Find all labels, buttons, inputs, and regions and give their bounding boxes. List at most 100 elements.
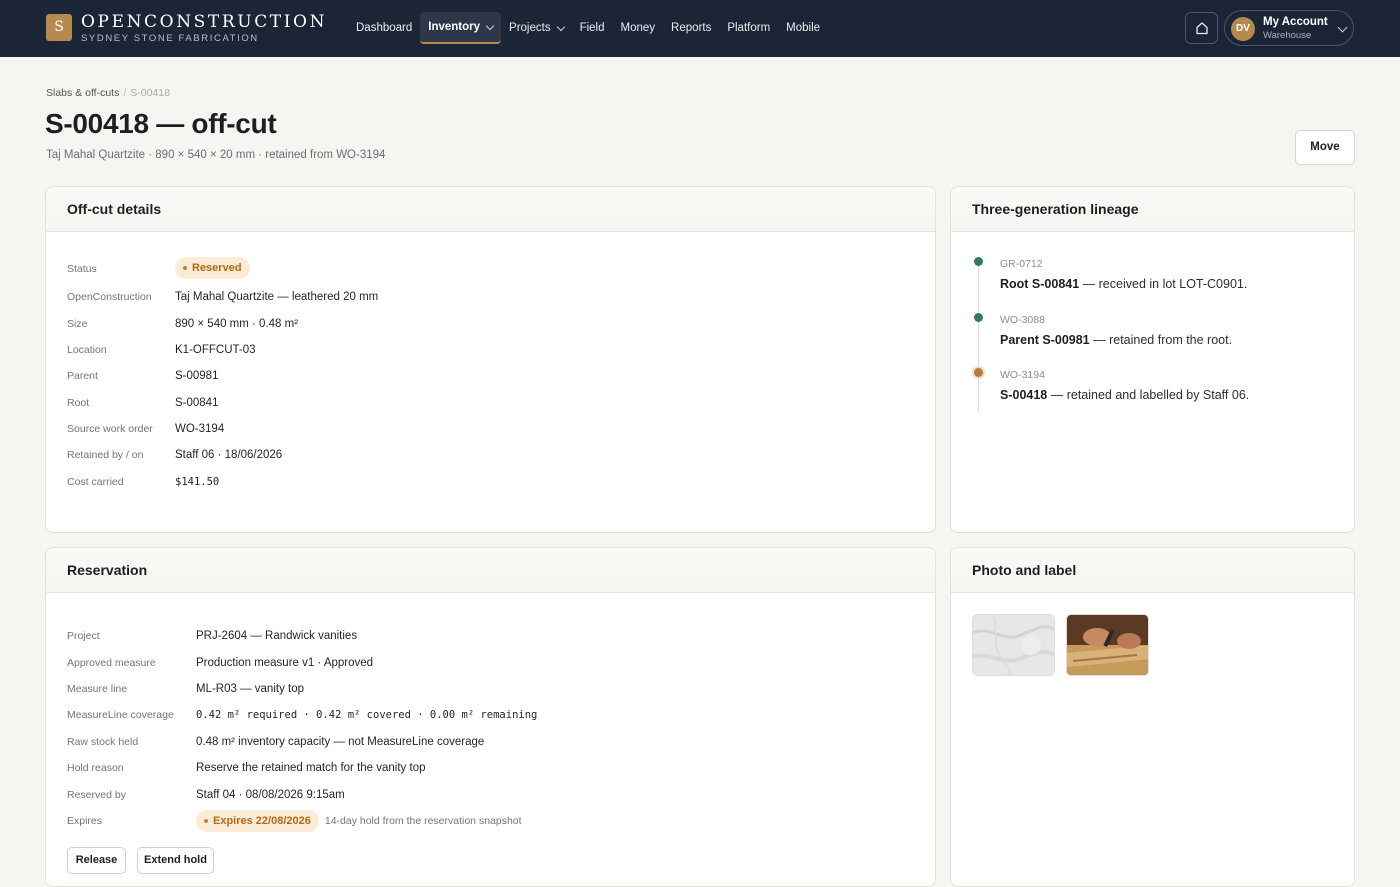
reservation-label: Reserved by (67, 789, 126, 801)
page-title: S-00418 — off-cut (45, 108, 277, 139)
lineage-slab-current: S-00418 (1000, 388, 1048, 402)
nav-inventory[interactable]: Inventory (420, 12, 502, 44)
account-name: My Account (1263, 16, 1328, 28)
page-subtitle: Taj Mahal Quartzite · 890 × 540 × 20 mm … (46, 149, 386, 161)
nav-label: Field (579, 22, 605, 34)
reservation-value: 0.48 m² inventory capacity — not Measure… (196, 736, 485, 748)
brand-name[interactable]: OPENCONSTRUCTION (81, 12, 327, 32)
card-title: Three-generation lineage (972, 201, 1139, 217)
lineage-entry: Root S-00841 — received in lot LOT-C0901… (1000, 277, 1247, 291)
detail-label: Parent (67, 370, 98, 382)
reservation-row: Project PRJ-2604 — Randwick vanities (67, 630, 357, 642)
reservation-row: Approved measure Production measure v1 ·… (67, 657, 373, 669)
nav-label: Inventory (428, 21, 481, 33)
lineage-text: — received in lot LOT-C0901. (1079, 277, 1248, 291)
move-button[interactable]: Move (1295, 130, 1355, 165)
lineage-entry: Parent S-00981 — retained from the root. (1000, 333, 1232, 347)
breadcrumb-parent-link[interactable]: Slabs & off-cuts (46, 87, 119, 99)
card-title: Reservation (67, 562, 148, 578)
detail-value: Staff 06 · 18/06/2026 (175, 449, 283, 461)
release-button[interactable]: Release (67, 847, 126, 874)
lineage-card: Three-generation lineage (950, 186, 1355, 533)
expires-badge: Expires 22/08/2026 (196, 810, 319, 832)
reservation-row-expires: Expires Expires 22/08/2026 14-day hold f… (67, 810, 522, 832)
reservation-value: ML-R03 — vanity top (196, 683, 305, 695)
reservation-row: Reserved by Staff 04 · 08/08/2026 9:15am (67, 789, 345, 801)
detail-label: Status (67, 263, 97, 275)
detail-value: WO-3194 (175, 423, 225, 435)
nav-field[interactable]: Field (572, 12, 613, 44)
reservation-label: Project (67, 630, 100, 642)
detail-row: Root S-00841 (67, 397, 218, 409)
detail-row: Retained by / on Staff 06 · 18/06/2026 (67, 449, 282, 461)
expires-badge-text: Expires 22/08/2026 (213, 815, 311, 827)
card-title: Photo and label (972, 562, 1077, 578)
lineage-slab-link[interactable]: Parent S-00981 (1000, 333, 1090, 347)
breadcrumb: Slabs & off-cuts / S-00418 (46, 87, 170, 99)
detail-value: S-00841 (175, 397, 219, 409)
card-header: Three-generation lineage (951, 187, 1354, 232)
status-dot-icon (183, 266, 187, 270)
extend-hold-button[interactable]: Extend hold (137, 847, 214, 874)
reservation-label: Measure line (67, 683, 128, 695)
detail-row: Parent S-00981 (67, 370, 218, 382)
lineage-code: GR-0712 (1000, 258, 1043, 270)
nav-reports[interactable]: Reports (663, 12, 719, 44)
status-badge: Reserved (175, 257, 250, 279)
chevron-down-icon (556, 22, 565, 31)
reservation-label: Expires (67, 815, 103, 827)
lineage-code: WO-3194 (1000, 369, 1045, 381)
detail-row: Source work order WO-3194 (67, 423, 224, 435)
account-role: Warehouse (1263, 30, 1312, 41)
nav-label: Money (620, 22, 656, 34)
card-header: Reservation (46, 548, 935, 593)
reservation-value: PRJ-2604 — Randwick vanities (196, 630, 358, 642)
detail-label: Root (67, 397, 90, 409)
lineage-slab-link[interactable]: Root S-00841 (1000, 277, 1079, 291)
nav-label: Projects (509, 22, 551, 34)
detail-value: K1-OFFCUT-03 (175, 344, 256, 356)
reservation-value: Reserve the retained match for the vanit… (196, 762, 426, 774)
account-menu[interactable]: DV My Account Warehouse (1224, 10, 1354, 46)
lineage-entry: S-00418 — retained and labelled by Staff… (1000, 388, 1249, 402)
main-nav: Dashboard Inventory Projects Field Money… (348, 12, 828, 44)
reservation-value: Staff 04 · 08/08/2026 9:15am (196, 789, 345, 801)
timeline-dot-icon (974, 257, 983, 266)
slab-photo-thumbnail[interactable] (972, 614, 1055, 676)
reservation-row: MeasureLine coverage 0.42 m² required · … (67, 709, 537, 721)
detail-label: Source work order (67, 423, 153, 435)
avatar: DV (1231, 17, 1255, 41)
reservation-row: Hold reason Reserve the retained match f… (67, 762, 425, 774)
reservation-value: 0.42 m² required · 0.42 m² covered · 0.0… (196, 709, 538, 721)
label-photo-thumbnail[interactable] (1066, 614, 1149, 676)
card-header: Photo and label (951, 548, 1354, 593)
nav-label: Platform (727, 22, 771, 34)
reservation-card: Reservation Project PRJ-2604 — Randwick … (45, 547, 936, 887)
breadcrumb-current: S-00418 (130, 87, 170, 99)
nav-mobile[interactable]: Mobile (778, 12, 828, 44)
detail-value: Taj Mahal Quartzite — leathered 20 mm (175, 291, 379, 303)
expires-dot-icon (204, 819, 208, 823)
timeline-dot-icon (974, 313, 983, 322)
lineage-text: — retained from the root. (1089, 333, 1233, 347)
lineage-text: — retained and labelled by Staff 06. (1047, 388, 1250, 402)
home-icon (1196, 22, 1208, 35)
nav-label: Mobile (786, 22, 821, 34)
detail-value: 890 × 540 mm · 0.48 m² (175, 318, 299, 330)
brand-logo-icon[interactable]: S (46, 14, 72, 41)
lineage-code: WO-3088 (1000, 314, 1045, 326)
detail-label: OpenConstruction (67, 291, 152, 303)
nav-projects[interactable]: Projects (501, 12, 572, 44)
offcut-details-card: Off-cut details Status Reserved OpenCons… (45, 186, 936, 533)
nav-dashboard[interactable]: Dashboard (348, 12, 420, 44)
reservation-label: Hold reason (67, 762, 124, 774)
nav-money[interactable]: Money (613, 12, 664, 44)
reservation-row: Measure line ML-R03 — vanity top (67, 683, 304, 695)
reservation-row: Raw stock held 0.48 m² inventory capacit… (67, 736, 484, 748)
nav-platform[interactable]: Platform (719, 12, 778, 44)
timeline-dot-current-icon (974, 368, 983, 377)
home-button[interactable] (1185, 12, 1218, 44)
marble-photo-icon (973, 615, 1054, 675)
detail-label: Location (67, 344, 107, 356)
detail-value: $141.50 (175, 476, 220, 488)
